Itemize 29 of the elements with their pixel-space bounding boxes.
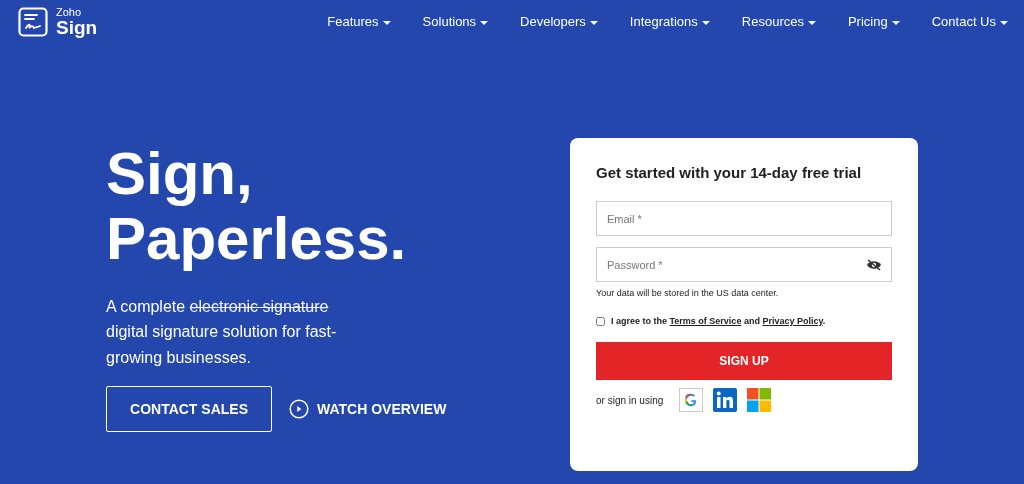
play-icon <box>289 399 309 420</box>
nav-menu-link[interactable]: Integrations <box>629 12 710 32</box>
agreement-text: I agree to the Terms of Service and Privacy Policy. <box>611 314 826 328</box>
privacy-link[interactable]: Privacy Policy <box>762 315 823 326</box>
contact-sales-button[interactable]: CONTACT SALES <box>106 386 272 433</box>
microsoft-icon[interactable] <box>747 388 772 412</box>
watch-overview-link[interactable]: WATCH OVERVIEW <box>289 398 447 420</box>
nav-menu-link[interactable]: Features <box>327 12 391 32</box>
brand-name: Zoho <box>56 7 83 18</box>
linkedin-icon[interactable] <box>713 388 738 412</box>
nav-menu-link[interactable]: Pricing <box>847 12 900 32</box>
brand-name: Sign <box>56 18 98 37</box>
nav-menu-link[interactable]: Contact Us <box>931 12 1008 32</box>
form-title: Get started with your 14-day free trial <box>596 164 863 182</box>
terms-link[interactable]: Terms of Service <box>669 315 742 326</box>
sign-up-button[interactable]: SIGN UP <box>596 342 892 380</box>
google-icon[interactable] <box>679 388 704 412</box>
password-field[interactable]: Password * <box>596 247 892 282</box>
agree-checkbox[interactable] <box>596 316 605 326</box>
email-field[interactable]: Email * <box>596 201 892 236</box>
alt-signin-label: or sign in using <box>596 393 664 408</box>
hero-heading: Sign, Paperless. <box>106 142 408 272</box>
nav-menu-link[interactable]: Resources <box>741 12 816 32</box>
hidden-eye-icon[interactable] <box>866 258 882 271</box>
data-center-note: Your data will be stored in the US data center. <box>596 287 780 300</box>
logo-icon <box>18 7 48 37</box>
nav-menu-link[interactable]: Developers <box>520 12 598 32</box>
hero-description: A complete electronic signature digital signature solution for fast-growing businesses. <box>106 296 338 368</box>
nav-menu-link[interactable]: Solutions <box>422 12 489 32</box>
